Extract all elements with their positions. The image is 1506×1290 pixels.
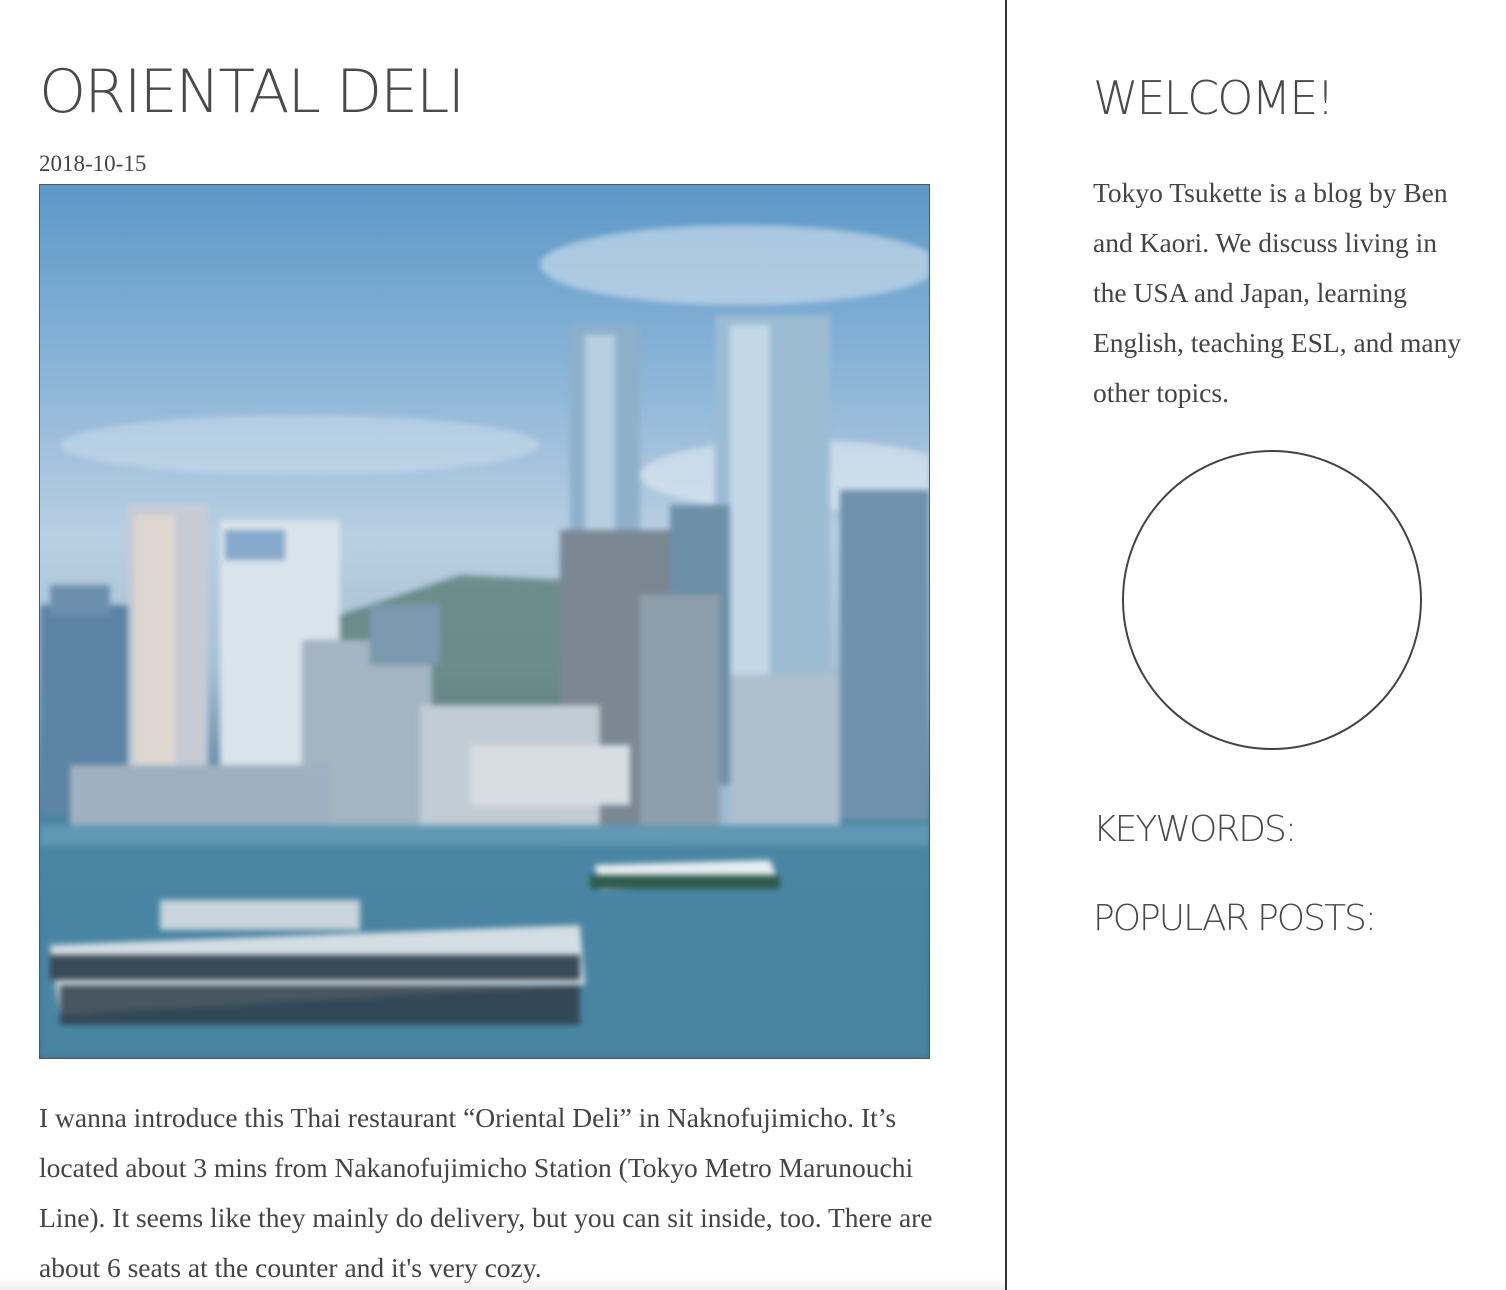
keywords-title: KEYWORDS:: [1093, 809, 1297, 850]
welcome-text: Tokyo Tsukette is a blog by Ben and Kaor…: [1093, 177, 1462, 408]
city-harbor-photo: [40, 225, 929, 1058]
author-avatar: [1122, 450, 1422, 750]
post-date: 2018-10-15: [39, 151, 147, 176]
post-body: I wanna introduce this Thai restaurant “…: [39, 1102, 933, 1283]
welcome-title: WELCOME!: [1093, 71, 1335, 125]
post-title[interactable]: ORIENTAL DELI: [39, 56, 465, 128]
popular-posts-title: POPULAR POSTS:: [1093, 898, 1377, 939]
sidebar-divider: [1005, 0, 1007, 1290]
scroll-fade: [0, 1278, 1005, 1290]
post-featured-image[interactable]: [39, 184, 930, 1059]
